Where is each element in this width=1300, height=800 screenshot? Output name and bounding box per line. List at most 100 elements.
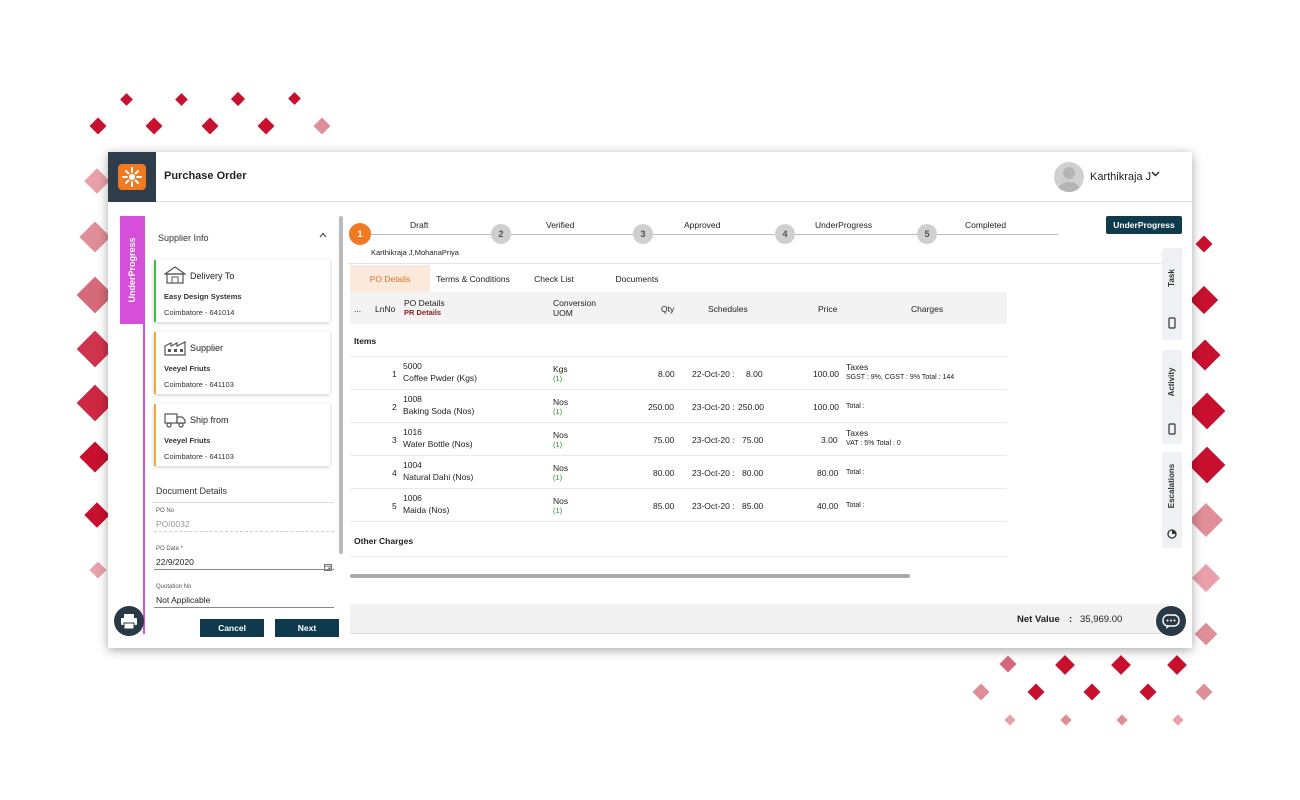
cell-price: 80.00 <box>817 468 839 478</box>
cell-lnno: 4 <box>392 468 397 478</box>
stepper-line <box>360 234 1058 235</box>
net-value-separator: : <box>1069 614 1073 625</box>
po-date-underline <box>154 569 334 570</box>
right-tab-task[interactable]: Task <box>1162 248 1182 340</box>
card-name: Veeyel Friuts <box>164 436 211 445</box>
clock-icon <box>1167 526 1177 539</box>
col-po-details: PO Details <box>404 298 445 308</box>
page-title: Purchase Order <box>164 170 247 182</box>
cell-item-code: 1004 <box>403 460 422 470</box>
cell-conversion: (1) <box>553 440 563 449</box>
col-price: Price <box>818 304 838 314</box>
avatar[interactable] <box>1054 162 1084 192</box>
tab-documents[interactable]: Documents <box>592 265 682 293</box>
table-row[interactable]: 5 1006 Maida (Nos) Nos (1) 85.00 23-Oct-… <box>350 489 1007 522</box>
cell-lnno: 2 <box>392 402 397 412</box>
status-side-tab-label: UnderProgress <box>127 237 137 303</box>
cell-lnno: 3 <box>392 435 397 445</box>
cell-item-desc: Water Bottle (Nos) <box>403 439 473 449</box>
chevron-up-icon[interactable] <box>318 230 328 243</box>
right-tab-escalations[interactable]: Escalations <box>1162 452 1182 548</box>
col-uom: UOM <box>553 308 573 318</box>
cell-schedule-qty: 85.00 <box>742 501 764 511</box>
cell-charge-detail: SGST : 9%, CGST : 9% Total : 144 <box>846 374 955 381</box>
grid-horizontal-scrollbar[interactable] <box>350 574 910 578</box>
chevron-down-icon[interactable] <box>1151 169 1160 181</box>
cell-charge-detail: Total : <box>846 469 865 476</box>
ship-from-card[interactable]: Ship from Veeyel Friuts Coimbatore - 641… <box>154 404 330 466</box>
phone-icon <box>1167 316 1177 329</box>
table-row[interactable]: 1 5000 Coffee Pwder (Kgs) Kgs (1) 8.00 2… <box>350 357 1007 390</box>
cell-qty: 250.00 <box>648 402 674 412</box>
cell-charge-title: Taxes <box>846 362 869 372</box>
warehouse-icon <box>163 266 187 284</box>
supplier-info-header[interactable]: Supplier Info <box>152 216 334 258</box>
cell-price: 100.00 <box>813 402 839 412</box>
grid-menu-icon[interactable]: ... <box>354 304 361 314</box>
cell-schedule-qty: 8.00 <box>746 369 763 379</box>
print-button[interactable] <box>114 606 144 636</box>
right-tab-task-label: Task <box>1167 269 1176 287</box>
app-logo[interactable] <box>108 152 156 202</box>
cell-item-desc: Maida (Nos) <box>403 505 450 515</box>
col-charges: Charges <box>911 304 944 314</box>
card-address: Coimbatore - 641103 <box>164 380 234 389</box>
cell-item-code: 1016 <box>403 427 422 437</box>
cell-conversion: (1) <box>553 407 563 416</box>
tab-terms-conditions[interactable]: Terms & Conditions <box>430 265 516 293</box>
step-4-label: UnderProgress <box>815 220 873 230</box>
cell-schedule-date: 23-Oct-20 : <box>692 468 735 478</box>
cell-schedule-date: 23-Oct-20 : <box>692 435 735 445</box>
right-tab-activity[interactable]: Activity <box>1162 350 1182 444</box>
step-2-circle[interactable]: 2 <box>491 224 511 244</box>
next-button[interactable]: Next <box>275 619 339 637</box>
net-value-label: Net Value <box>1017 614 1060 625</box>
chat-icon <box>1162 614 1180 629</box>
po-no-field: PO/0032 <box>156 519 190 529</box>
card-name: Veeyel Friuts <box>164 364 211 373</box>
cell-schedule-qty: 80.00 <box>742 468 764 478</box>
stage: Purchase Order Karthikraja J UnderProgre… <box>0 0 1300 800</box>
tab-po-details[interactable]: PO Details <box>350 265 430 293</box>
step-1-circle[interactable]: 1 <box>349 223 371 245</box>
cell-item-desc: Coffee Pwder (Kgs) <box>403 373 478 383</box>
card-accent <box>154 332 156 394</box>
user-name[interactable]: Karthikraja J <box>1090 171 1151 183</box>
cell-conversion: (1) <box>553 374 563 383</box>
status-side-tab[interactable]: UnderProgress <box>120 216 144 324</box>
table-row[interactable]: 4 1004 Natural Dahi (Nos) Nos (1) 80.00 … <box>350 456 1007 489</box>
cell-item-code: 1006 <box>403 493 422 503</box>
card-title: Supplier <box>190 343 224 353</box>
status-side-line <box>143 216 145 634</box>
cell-item-desc: Baking Soda (Nos) <box>403 406 475 416</box>
step-5-label: Completed <box>965 220 1007 230</box>
cancel-button[interactable]: Cancel <box>200 619 264 637</box>
delivery-to-card[interactable]: Delivery To Easy Design Systems Coimbato… <box>154 260 330 322</box>
truck-icon <box>164 410 186 428</box>
col-lnno: LnNo <box>375 304 396 314</box>
table-row[interactable]: 3 1016 Water Bottle (Nos) Nos (1) 75.00 … <box>350 423 1007 456</box>
chat-button[interactable] <box>1156 606 1186 636</box>
step-3-circle[interactable]: 3 <box>633 224 653 244</box>
supplier-card[interactable]: Supplier Veeyel Friuts Coimbatore - 6411… <box>154 332 330 394</box>
cell-uom: Nos <box>553 463 569 473</box>
printer-icon <box>121 614 137 630</box>
cell-uom: Nos <box>553 430 569 440</box>
quotation-no-label: Quotation No <box>156 584 192 590</box>
workflow-stepper: 1 Draft 2 Verified 3 Approved 4 UnderPro… <box>348 216 1058 262</box>
po-no-label: PO No <box>156 508 175 514</box>
quotation-no-field[interactable]: Not Applicable <box>156 595 210 605</box>
step-4-circle[interactable]: 4 <box>775 224 795 244</box>
calendar-icon[interactable] <box>324 558 332 576</box>
card-address: Coimbatore - 641014 <box>164 308 235 317</box>
title-bar: Purchase Order Karthikraja J <box>108 152 1192 202</box>
tab-check-list[interactable]: Check List <box>516 265 592 293</box>
left-panel-scrollbar[interactable] <box>339 216 343 554</box>
other-charges-section-label: Other Charges <box>354 536 414 546</box>
divider <box>348 263 1166 264</box>
card-address: Coimbatore - 641103 <box>164 452 234 461</box>
table-row[interactable]: 2 1008 Baking Soda (Nos) Nos (1) 250.00 … <box>350 390 1007 423</box>
po-date-field[interactable]: 22/9/2020 <box>156 557 194 567</box>
cell-price: 100.00 <box>813 369 839 379</box>
step-5-circle[interactable]: 5 <box>917 224 937 244</box>
